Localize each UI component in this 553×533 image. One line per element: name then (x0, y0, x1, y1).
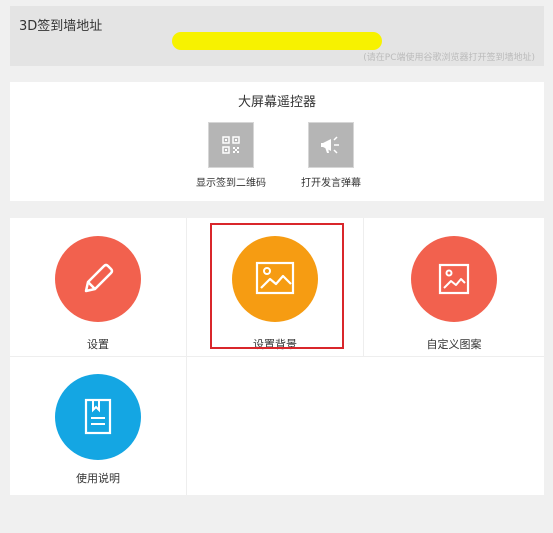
show-qr-code-label: 显示签到二维码 (196, 178, 266, 189)
qr-code-icon (208, 122, 254, 168)
manual-book-icon (84, 398, 112, 435)
settings-tile[interactable]: 设置 (10, 218, 187, 357)
open-barrage-label: 打开发言弹幕 (301, 178, 361, 189)
show-qr-code-button[interactable]: 显示签到二维码 (191, 122, 271, 189)
custom-pattern-label: 自定义图案 (426, 338, 482, 351)
signin-wall-address-title: 3D签到墙地址 (19, 19, 103, 34)
big-screen-remote-panel: 大屏幕遥控器 显示签到二维码 打开发言弹幕 (10, 82, 544, 201)
user-guide-circle (55, 374, 141, 460)
signin-wall-address-panel: 3D签到墙地址 (请在PC端使用谷歌浏览器打开签到墙地址) (10, 6, 544, 66)
custom-pattern-circle (411, 236, 497, 322)
picture-frame-icon (438, 263, 470, 295)
megaphone-icon (308, 122, 354, 168)
user-guide-tile[interactable]: 使用说明 (10, 357, 187, 495)
remote-panel-title: 大屏幕遥控器 (237, 95, 316, 110)
browser-hint-text: (请在PC端使用谷歌浏览器打开签到墙地址) (363, 53, 535, 63)
settings-label: 设置 (87, 338, 109, 351)
custom-pattern-tile[interactable]: 自定义图案 (364, 218, 544, 357)
signin-wall-url-redacted[interactable] (172, 32, 382, 50)
open-barrage-button[interactable]: 打开发言弹幕 (291, 122, 371, 189)
user-guide-label: 使用说明 (76, 472, 120, 485)
settings-circle (55, 236, 141, 322)
selection-highlight-box (210, 223, 344, 349)
pencil-icon (84, 263, 114, 293)
